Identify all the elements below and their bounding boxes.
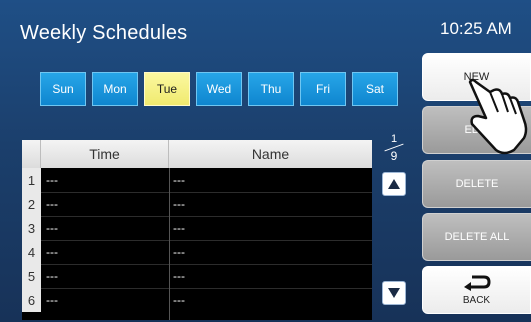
table-row[interactable]: 1 --- --- — [22, 168, 372, 192]
header-number-cell — [22, 140, 41, 168]
row-number: 2 — [22, 192, 41, 216]
row-name: --- — [173, 245, 185, 259]
table-header: Time Name — [22, 140, 372, 168]
row-time: --- — [46, 245, 58, 259]
row-name: --- — [173, 221, 185, 235]
row-number: 3 — [22, 216, 41, 240]
row-time: --- — [46, 269, 58, 283]
day-button-tue[interactable]: Tue — [144, 72, 190, 106]
row-name: --- — [173, 197, 185, 211]
delete-button-label: DELETE — [455, 178, 499, 190]
column-divider — [169, 168, 170, 320]
header-time: Time — [41, 140, 169, 168]
table-row[interactable]: 5 --- --- — [22, 264, 372, 288]
day-button-sat[interactable]: Sat — [352, 72, 398, 106]
row-name: --- — [173, 173, 185, 187]
scroll-up-button[interactable] — [382, 172, 406, 196]
up-arrow-icon — [388, 179, 400, 189]
row-number: 5 — [22, 264, 41, 288]
scroll-down-button[interactable] — [382, 281, 406, 305]
table-row[interactable]: 2 --- --- — [22, 192, 372, 216]
row-time: --- — [46, 197, 58, 211]
row-time: --- — [46, 173, 58, 187]
page-indicator: 1 9 — [381, 133, 407, 163]
day-button-thu[interactable]: Thu — [248, 72, 294, 106]
day-button-sun[interactable]: Sun — [40, 72, 86, 106]
row-number: 1 — [22, 168, 41, 192]
day-button-wed[interactable]: Wed — [196, 72, 242, 106]
row-time: --- — [46, 293, 58, 307]
delete-all-button-label: DELETE ALL — [444, 231, 510, 243]
row-name: --- — [173, 293, 185, 307]
pointing-hand-icon — [468, 78, 528, 155]
row-time: --- — [46, 221, 58, 235]
row-name: --- — [173, 269, 185, 283]
back-button-label: BACK — [462, 294, 491, 306]
day-button-mon[interactable]: Mon — [92, 72, 138, 106]
table-row[interactable]: 3 --- --- — [22, 216, 372, 240]
page-total: 9 — [390, 149, 398, 163]
table-row[interactable]: 6 --- --- — [22, 288, 372, 312]
delete-all-button[interactable]: DELETE ALL — [422, 213, 531, 261]
schedule-table: Time Name 1 --- --- 2 --- --- 3 --- --- … — [22, 140, 372, 320]
return-arrow-icon — [463, 275, 491, 291]
down-arrow-icon — [388, 288, 400, 298]
delete-button[interactable]: DELETE — [422, 160, 531, 208]
back-button[interactable]: BACK — [422, 266, 531, 314]
clock: 10:25 AM — [440, 19, 512, 38]
day-button-fri[interactable]: Fri — [300, 72, 346, 106]
header-name: Name — [251, 146, 290, 162]
table-row[interactable]: 4 --- --- — [22, 240, 372, 264]
row-number: 4 — [22, 240, 41, 264]
row-number: 6 — [22, 288, 41, 312]
page-title: Weekly Schedules — [20, 22, 188, 44]
